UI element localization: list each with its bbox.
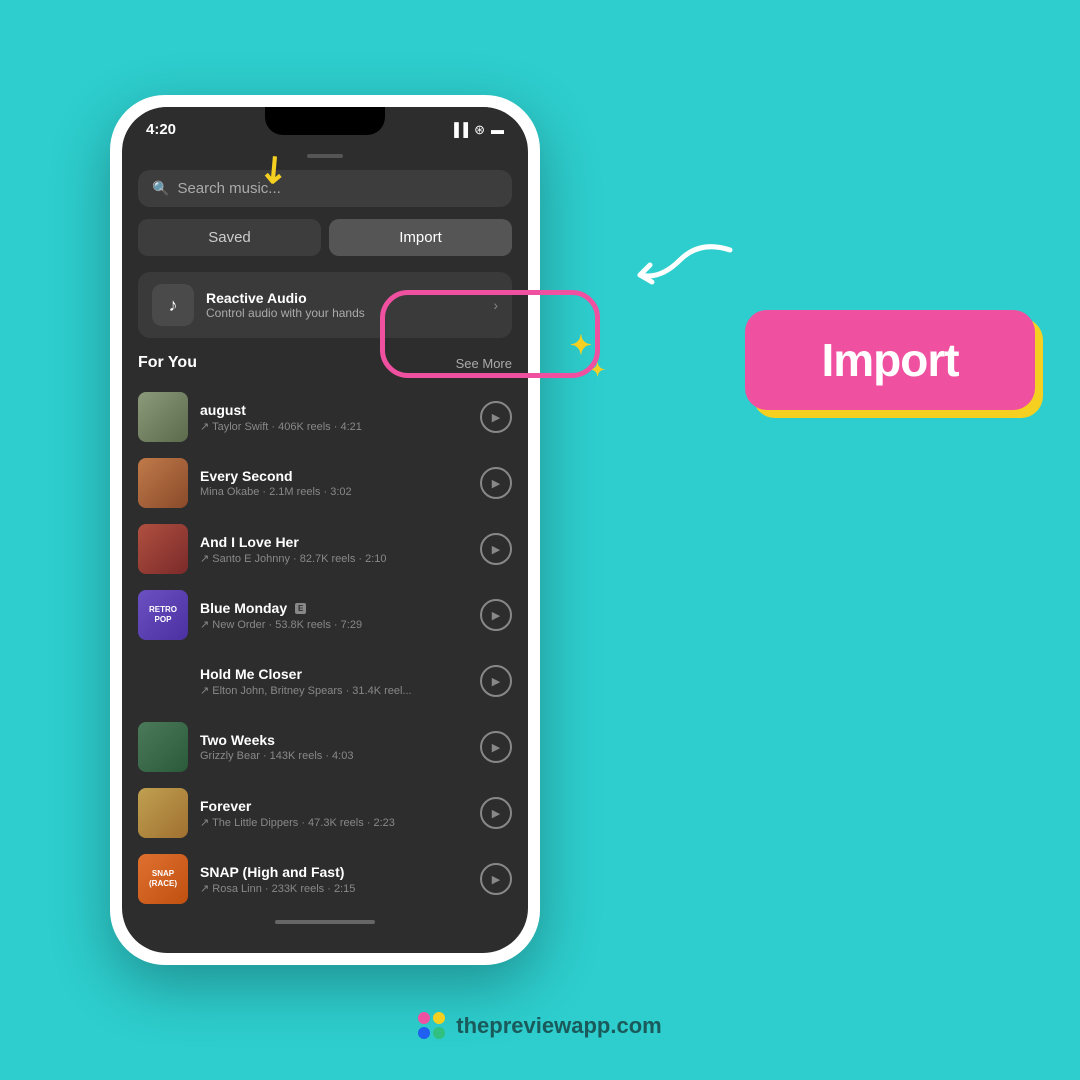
- home-indicator: [275, 920, 375, 924]
- music-meta-blue-monday: ↗ New Order · 53.8K reels · 7:29: [200, 618, 468, 631]
- for-you-header: For You See More: [122, 354, 528, 384]
- footer-logo: [418, 1012, 446, 1040]
- music-info-every-second: Every Second Mina Okabe · 2.1M reels · 3…: [200, 468, 468, 498]
- music-title-august: august: [200, 402, 468, 418]
- music-title-hold-me-closer: Hold Me Closer: [200, 666, 468, 682]
- logo-quadrant-2: [433, 1012, 445, 1024]
- status-icons: ▐▐ ⊛ ▬: [450, 122, 504, 138]
- music-item-hold-me-closer[interactable]: Hold Me Closer ↗ Elton John, Britney Spe…: [138, 648, 512, 714]
- burst-decoration-2: ✦: [590, 360, 605, 381]
- music-meta-hold-me-closer: ↗ Elton John, Britney Spears · 31.4K ree…: [200, 684, 468, 697]
- music-item-two-weeks[interactable]: Two Weeks Grizzly Bear · 143K reels · 4:…: [138, 714, 512, 780]
- music-meta-every-second: Mina Okabe · 2.1M reels · 3:02: [200, 486, 468, 498]
- import-card-label: Import: [821, 333, 958, 387]
- music-info-two-weeks: Two Weeks Grizzly Bear · 143K reels · 4:…: [200, 732, 468, 762]
- reactive-audio-chevron: ›: [493, 297, 498, 313]
- music-meta-two-weeks: Grizzly Bear · 143K reels · 4:03: [200, 750, 468, 762]
- logo-quadrant-1: [418, 1012, 430, 1024]
- music-item-every-second[interactable]: Every Second Mina Okabe · 2.1M reels · 3…: [138, 450, 512, 516]
- play-button-forever[interactable]: ▶: [480, 797, 512, 829]
- music-item-snap[interactable]: SNAP(RACE) SNAP (High and Fast) ↗ Rosa L…: [138, 846, 512, 912]
- status-time: 4:20: [146, 121, 176, 138]
- music-thumb-two-weeks: [138, 722, 188, 772]
- music-item-blue-monday[interactable]: RETROPOP Blue Monday E ↗ New Order · 53.…: [138, 582, 512, 648]
- music-meta-snap: ↗ Rosa Linn · 233K reels · 2:15: [200, 882, 468, 895]
- play-button-blue-monday[interactable]: ▶: [480, 599, 512, 631]
- play-button-every-second[interactable]: ▶: [480, 467, 512, 499]
- search-bar[interactable]: 🔍 Search music...: [138, 170, 512, 207]
- tab-bar: Saved Import: [138, 219, 512, 256]
- explicit-badge: E: [295, 603, 306, 614]
- music-thumb-hold-me-closer: [138, 656, 188, 706]
- music-item-and-i-love-her[interactable]: And I Love Her ↗ Santo E Johnny · 82.7K …: [138, 516, 512, 582]
- music-info-blue-monday: Blue Monday E ↗ New Order · 53.8K reels …: [200, 600, 468, 631]
- play-button-and-i-love-her[interactable]: ▶: [480, 533, 512, 565]
- music-meta-and-i-love-her: ↗ Santo E Johnny · 82.7K reels · 2:10: [200, 552, 468, 565]
- music-thumb-and-i-love-her: [138, 524, 188, 574]
- search-icon: 🔍: [152, 180, 169, 197]
- reactive-audio-icon: ♪: [152, 284, 194, 326]
- for-you-title: For You: [138, 354, 197, 372]
- music-title-blue-monday: Blue Monday E: [200, 600, 468, 616]
- footer: thepreviewapp.com: [0, 1012, 1080, 1040]
- music-thumb-blue-monday: RETROPOP: [138, 590, 188, 640]
- music-thumb-forever: [138, 788, 188, 838]
- tab-saved[interactable]: Saved: [138, 219, 321, 256]
- footer-url: thepreviewapp.com: [456, 1013, 661, 1039]
- play-button-two-weeks[interactable]: ▶: [480, 731, 512, 763]
- reactive-audio-subtitle: Control audio with your hands: [206, 306, 365, 320]
- music-list: august ↗ Taylor Swift · 406K reels · 4:2…: [122, 384, 528, 912]
- logo-quadrant-4: [433, 1027, 445, 1039]
- drag-handle: [307, 154, 343, 158]
- reactive-audio-info: Reactive Audio Control audio with your h…: [206, 290, 365, 320]
- music-title-forever: Forever: [200, 798, 468, 814]
- wifi-icon: ⊛: [474, 122, 485, 138]
- reactive-audio-banner[interactable]: ♪ Reactive Audio Control audio with your…: [138, 272, 512, 338]
- see-more-link[interactable]: See More: [456, 356, 512, 371]
- music-item-august[interactable]: august ↗ Taylor Swift · 406K reels · 4:2…: [138, 384, 512, 450]
- music-title-two-weeks: Two Weeks: [200, 732, 468, 748]
- music-title-snap: SNAP (High and Fast): [200, 864, 468, 880]
- music-item-forever[interactable]: Forever ↗ The Little Dippers · 47.3K ree…: [138, 780, 512, 846]
- music-title-every-second: Every Second: [200, 468, 468, 484]
- music-info-forever: Forever ↗ The Little Dippers · 47.3K ree…: [200, 798, 468, 829]
- music-thumb-every-second: [138, 458, 188, 508]
- music-thumb-august: [138, 392, 188, 442]
- burst-decoration: ✦: [570, 330, 592, 361]
- play-button-hold-me-closer[interactable]: ▶: [480, 665, 512, 697]
- music-meta-forever: ↗ The Little Dippers · 47.3K reels · 2:2…: [200, 816, 468, 829]
- phone-mockup: 4:20 ▐▐ ⊛ ▬ 🔍 Search music... Saved Impo…: [110, 95, 540, 965]
- arrow-decoration: [620, 230, 740, 305]
- battery-icon: ▬: [491, 122, 504, 137]
- play-button-snap[interactable]: ▶: [480, 863, 512, 895]
- reactive-audio-title: Reactive Audio: [206, 290, 365, 306]
- logo-quadrant-3: [418, 1027, 430, 1039]
- import-card: Import: [745, 310, 1035, 410]
- music-info-august: august ↗ Taylor Swift · 406K reels · 4:2…: [200, 402, 468, 433]
- phone-screen: 4:20 ▐▐ ⊛ ▬ 🔍 Search music... Saved Impo…: [122, 107, 528, 953]
- music-meta-august: ↗ Taylor Swift · 406K reels · 4:21: [200, 420, 468, 433]
- music-info-and-i-love-her: And I Love Her ↗ Santo E Johnny · 82.7K …: [200, 534, 468, 565]
- music-info-hold-me-closer: Hold Me Closer ↗ Elton John, Britney Spe…: [200, 666, 468, 697]
- music-title-and-i-love-her: And I Love Her: [200, 534, 468, 550]
- signal-icon: ▐▐: [450, 122, 468, 137]
- import-card-main: Import: [745, 310, 1035, 410]
- play-button-august[interactable]: ▶: [480, 401, 512, 433]
- tab-import[interactable]: Import: [329, 219, 512, 256]
- music-info-snap: SNAP (High and Fast) ↗ Rosa Linn · 233K …: [200, 864, 468, 895]
- phone-notch: [265, 107, 385, 135]
- music-thumb-snap: SNAP(RACE): [138, 854, 188, 904]
